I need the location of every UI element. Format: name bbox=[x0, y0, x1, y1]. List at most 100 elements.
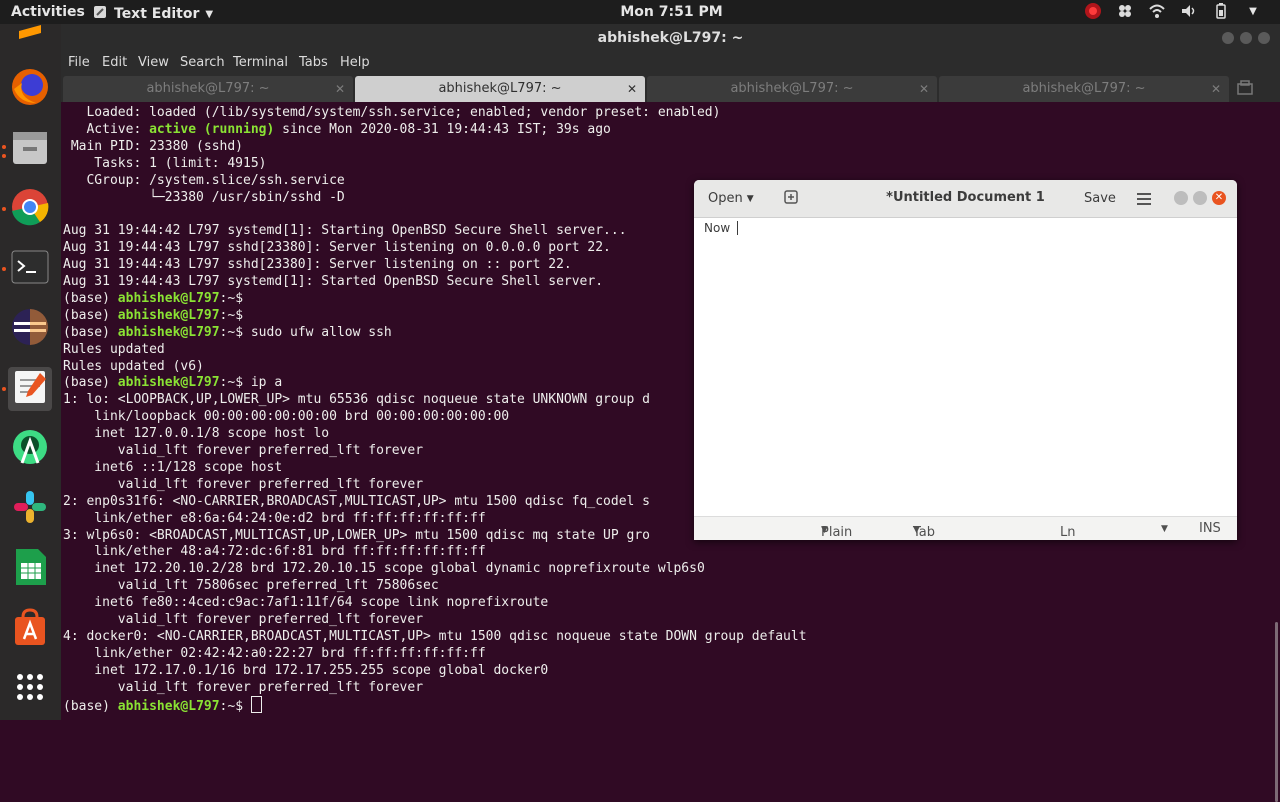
hamburger-menu-button[interactable] bbox=[1132, 188, 1156, 210]
terminal-line-suffix: :~$ bbox=[219, 307, 251, 323]
chevron-down-icon[interactable]: ▼ bbox=[1161, 524, 1168, 534]
terminal-line: valid_lft forever preferred_lft forever bbox=[63, 476, 423, 493]
terminal-menubar: File Edit View Search Terminal Tabs Help bbox=[61, 52, 1280, 74]
volume-icon[interactable] bbox=[1180, 2, 1198, 20]
dock-app-software-center[interactable] bbox=[8, 607, 52, 651]
terminal-line: link/ether e8:6a:64:24:0e:d2 brd ff:ff:f… bbox=[63, 510, 485, 527]
minimize-button[interactable] bbox=[1222, 32, 1234, 44]
android-studio-icon bbox=[10, 427, 50, 471]
dock-app-eclipse[interactable] bbox=[8, 307, 52, 351]
close-button[interactable] bbox=[1258, 32, 1270, 44]
terminal-line: inet 127.0.0.1/8 scope host lo bbox=[63, 425, 329, 442]
dock-app-firefox[interactable] bbox=[8, 67, 52, 111]
terminal-highlight: abhishek@L797 bbox=[117, 307, 220, 323]
terminal-line: (base) abhishek@L797:~$ bbox=[63, 290, 251, 307]
terminal-line: Aug 31 19:44:43 L797 sshd[23380]: Server… bbox=[63, 239, 611, 256]
close-button[interactable]: ✕ bbox=[1212, 191, 1226, 205]
gedit-headerbar[interactable]: Open ▼ *Untitled Document 1 Save ✕ bbox=[694, 180, 1237, 218]
dock-app-sublime[interactable] bbox=[8, 25, 52, 49]
dock-app-spreadsheet[interactable] bbox=[8, 547, 52, 591]
menu-terminal[interactable]: Terminal bbox=[233, 55, 288, 70]
dock-app-slack[interactable] bbox=[8, 487, 52, 531]
terminal-line: (base) abhishek@L797:~$ bbox=[63, 695, 262, 714]
position-label: Ln 1, Col 6 bbox=[1060, 525, 1076, 540]
tab-label: abhishek@L797: ~ bbox=[1022, 81, 1146, 96]
chevron-down-icon: ▼ bbox=[913, 525, 920, 535]
new-tab-icon[interactable] bbox=[1237, 80, 1253, 100]
save-button[interactable]: Save bbox=[1076, 188, 1124, 210]
terminal-line-text: inet 127.0.0.1/8 scope host lo bbox=[63, 426, 330, 442]
terminal-cursor bbox=[250, 695, 262, 713]
tab-label: abhishek@L797: ~ bbox=[730, 81, 854, 96]
dock-app-chrome[interactable] bbox=[8, 187, 52, 231]
menu-search[interactable]: Search bbox=[180, 55, 225, 70]
terminal-line: link/ether 48:a4:72:dc:6f:81 brd ff:ff:f… bbox=[63, 543, 485, 560]
terminal-scrollbar[interactable] bbox=[1275, 622, 1278, 802]
terminal-line: Loaded: loaded (/lib/systemd/system/ssh.… bbox=[63, 104, 720, 121]
dock-app-android-studio[interactable] bbox=[8, 427, 52, 471]
terminal-line-text: Aug 31 19:44:42 L797 systemd[1]: Startin… bbox=[63, 223, 627, 239]
files-icon bbox=[10, 127, 50, 171]
terminal-line: inet6 fe80::4ced:c9ac:7af1:11f/64 scope … bbox=[63, 594, 548, 611]
menu-edit[interactable]: Edit bbox=[102, 55, 127, 70]
menu-view[interactable]: View bbox=[138, 55, 169, 70]
terminal-line-text: inet 172.17.0.1/16 brd 172.17.255.255 sc… bbox=[63, 662, 549, 678]
wifi-icon[interactable] bbox=[1148, 2, 1166, 20]
terminal-line: 1: lo: <LOOPBACK,UP,LOWER_UP> mtu 65536 … bbox=[63, 391, 650, 408]
tab-4[interactable]: abhishek@L797: ~ ✕ bbox=[939, 76, 1229, 102]
terminal-line: inet 172.20.10.2/28 brd 172.20.10.15 sco… bbox=[63, 560, 705, 577]
tab-3[interactable]: abhishek@L797: ~ ✕ bbox=[647, 76, 937, 102]
terminal-titlebar[interactable]: abhishek@L797: ~ bbox=[61, 24, 1280, 52]
spreadsheet-icon bbox=[10, 547, 50, 591]
tab-close-button[interactable]: ✕ bbox=[1211, 76, 1221, 102]
terminal-line-text: 3: wlp6s0: <BROADCAST,MULTICAST,UP,LOWER… bbox=[63, 527, 650, 543]
tab-2[interactable]: abhishek@L797: ~ ✕ bbox=[355, 76, 645, 102]
tab-1[interactable]: abhishek@L797: ~ ✕ bbox=[63, 76, 353, 102]
text-caret bbox=[737, 221, 738, 235]
minimize-button[interactable] bbox=[1174, 191, 1188, 205]
terminal-line: 2: enp0s31f6: <NO-CARRIER,BROADCAST,MULT… bbox=[63, 493, 650, 510]
chevron-down-icon[interactable]: ▼ bbox=[1244, 2, 1262, 20]
terminal-line: └─23380 /usr/sbin/sshd -D bbox=[63, 189, 345, 206]
terminal-line: valid_lft 75806sec preferred_lft 75806se… bbox=[63, 577, 439, 594]
terminal-line: (base) abhishek@L797:~$ ip a bbox=[63, 374, 282, 391]
insert-mode: INS bbox=[1199, 521, 1221, 536]
text-editor-area[interactable]: Now bbox=[694, 218, 1237, 516]
show-applications-button[interactable] bbox=[8, 667, 52, 711]
running-indicator bbox=[2, 267, 6, 271]
terminal-line-text: 4: docker0: <NO-CARRIER,BROADCAST,MULTIC… bbox=[63, 628, 807, 644]
sublime-icon bbox=[15, 25, 45, 49]
maximize-button[interactable] bbox=[1193, 191, 1207, 205]
dock-app-text-editor[interactable] bbox=[8, 367, 52, 411]
terminal-line: (base) abhishek@L797:~$ bbox=[63, 307, 251, 324]
tab-label: abhishek@L797: ~ bbox=[146, 81, 270, 96]
app-grid-icon bbox=[14, 671, 46, 707]
terminal-highlight: abhishek@L797 bbox=[117, 375, 220, 391]
dock-app-terminal[interactable] bbox=[8, 247, 52, 291]
menu-tabs[interactable]: Tabs bbox=[299, 55, 328, 70]
tab-close-button[interactable]: ✕ bbox=[627, 76, 637, 102]
document-content: Now bbox=[704, 221, 731, 235]
maximize-button[interactable] bbox=[1240, 32, 1252, 44]
battery-icon[interactable] bbox=[1212, 2, 1230, 20]
terminal-line-text: Rules updated (v6) bbox=[63, 358, 204, 374]
tab-close-button[interactable]: ✕ bbox=[919, 76, 929, 102]
hamburger-icon bbox=[1137, 190, 1151, 209]
tab-close-button[interactable]: ✕ bbox=[335, 76, 345, 102]
running-indicator bbox=[2, 154, 6, 158]
record-indicator-icon[interactable] bbox=[1084, 2, 1102, 20]
terminal-line: CGroup: /system.slice/ssh.service bbox=[63, 172, 344, 189]
terminal-line-text: Tasks: 1 (limit: 4915) bbox=[63, 155, 267, 171]
menu-help[interactable]: Help bbox=[340, 55, 370, 70]
terminal-line-text: inet6 fe80::4ced:c9ac:7af1:11f/64 scope … bbox=[63, 595, 549, 611]
terminal-line: 3: wlp6s0: <BROADCAST,MULTICAST,UP,LOWER… bbox=[63, 527, 650, 544]
terminal-line-prefix: (base) bbox=[63, 375, 118, 391]
terminal-line: valid_lft forever preferred_lft forever bbox=[63, 442, 423, 459]
menu-file[interactable]: File bbox=[68, 55, 90, 70]
dock-app-files[interactable] bbox=[8, 127, 52, 171]
terminal-line-prefix: (base) bbox=[63, 698, 118, 714]
slack-tray-icon[interactable] bbox=[1116, 2, 1134, 20]
window-title: abhishek@L797: ~ bbox=[597, 30, 744, 46]
terminal-line-prefix: Active: bbox=[63, 121, 150, 137]
terminal-line: link/loopback 00:00:00:00:00:00 brd 00:0… bbox=[63, 408, 509, 425]
